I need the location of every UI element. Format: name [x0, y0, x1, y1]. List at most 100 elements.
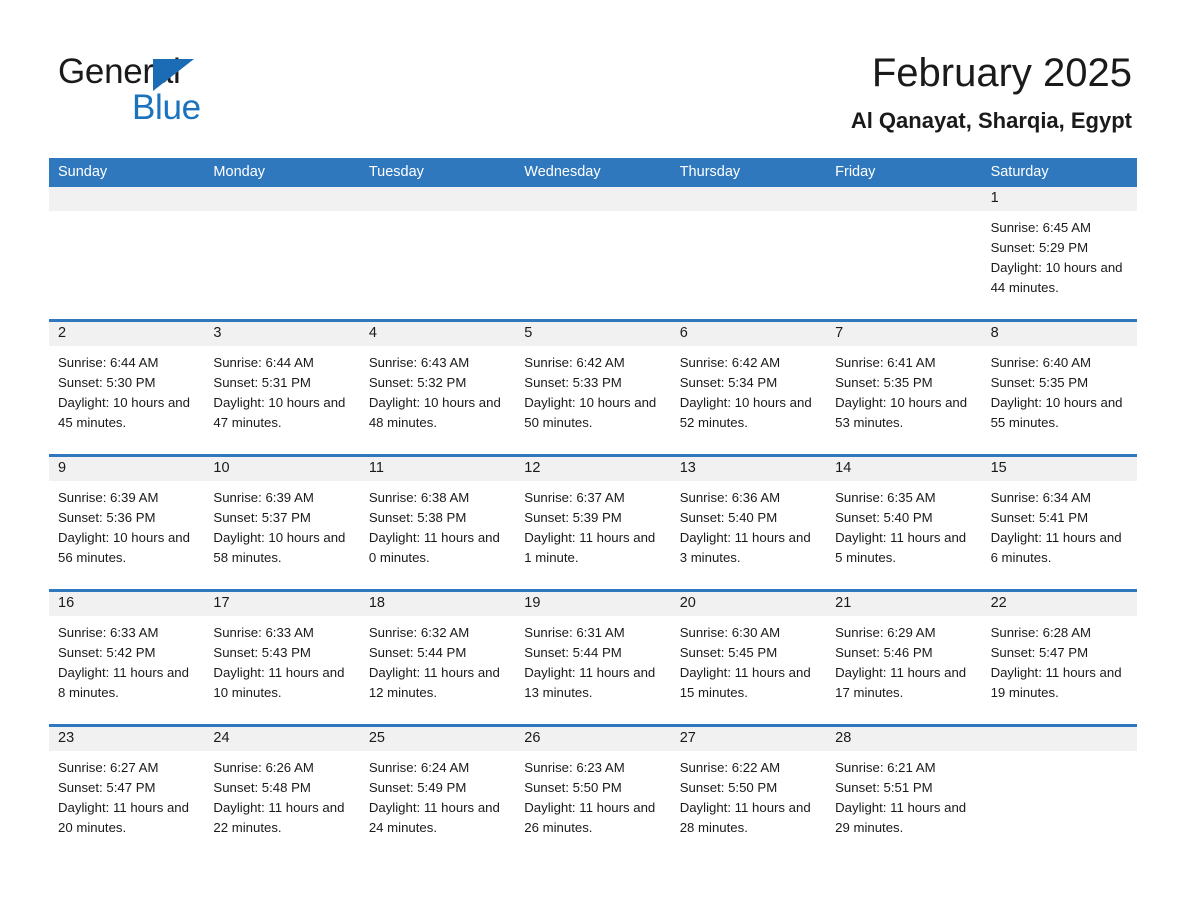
- weekday-saturday: Saturday: [990, 164, 1049, 180]
- weekday-header-row: Sunday Monday Tuesday Wednesday Thursday…: [49, 158, 1137, 187]
- day-details: [49, 211, 204, 218]
- day-number: 13: [670, 457, 827, 481]
- daylight-text: Daylight: 10 hours and 56 minutes.: [58, 530, 190, 565]
- sunrise-text: Sunrise: 6:39 AM: [213, 490, 314, 505]
- sunset-text: Sunset: 5:46 PM: [835, 645, 933, 660]
- calendar-day-cell[interactable]: 25 Sunrise: 6:24 AM Sunset: 5:49 PM Dayligh…: [359, 727, 516, 859]
- day-details: Sunrise: 6:33 AM Sunset: 5:43 PM Daylight:…: [204, 616, 359, 703]
- day-details: [204, 211, 359, 218]
- day-details: Sunrise: 6:31 AM Sunset: 5:44 PM Daylight:…: [515, 616, 670, 703]
- calendar-day-cell[interactable]: 12 Sunrise: 6:37 AM Sunset: 5:39 PM Dayligh…: [515, 457, 671, 589]
- sunset-text: Sunset: 5:29 PM: [990, 240, 1089, 255]
- daylight-text: Daylight: 10 hours and 47 minutes.: [213, 395, 346, 430]
- calendar-day-cell[interactable]: 17 Sunrise: 6:33 AM Sunset: 5:43 PM Dayligh…: [204, 592, 360, 724]
- sunset-text: Sunset: 5:35 PM: [990, 375, 1089, 390]
- calendar-day-cell[interactable]: 16 Sunrise: 6:33 AM Sunset: 5:42 PM Dayligh…: [49, 592, 205, 724]
- calendar-day-cell[interactable]: 27 Sunrise: 6:22 AM Sunset: 5:50 PM Dayligh…: [670, 727, 827, 859]
- sunset-text: Sunset: 5:30 PM: [58, 375, 156, 390]
- day-details: Sunrise: 6:33 AM Sunset: 5:42 PM Daylight:…: [49, 616, 204, 703]
- day-details: Sunrise: 6:40 AM Sunset: 5:35 PM Daylight:…: [982, 346, 1137, 433]
- day-number: 5: [515, 322, 671, 346]
- day-details: [826, 211, 981, 218]
- sunset-text: Sunset: 5:36 PM: [58, 510, 156, 525]
- calendar-weeks: 1 Sunrise: 6:45 AM Sunset: 5:29 PM Daylight…: [49, 187, 1137, 859]
- sunset-text: Sunset: 5:43 PM: [213, 645, 311, 660]
- daylight-text: Daylight: 11 hours and 6 minutes.: [990, 530, 1122, 565]
- daylight-text: Daylight: 11 hours and 3 minutes.: [679, 530, 811, 565]
- calendar-day-cell[interactable]: 14 Sunrise: 6:35 AM Sunset: 5:40 PM Dayligh…: [826, 457, 982, 589]
- calendar-day-cell[interactable]: 28 Sunrise: 6:21 AM Sunset: 5:51 PM Dayligh…: [826, 727, 982, 859]
- day-number: 18: [359, 592, 516, 616]
- calendar-day-cell[interactable]: 24 Sunrise: 6:26 AM Sunset: 5:48 PM Dayligh…: [204, 727, 360, 859]
- calendar-day-cell[interactable]: 22 Sunrise: 6:28 AM Sunset: 5:47 PM Dayligh…: [981, 592, 1137, 724]
- day-details: Sunrise: 6:43 AM Sunset: 5:32 PM Daylight:…: [360, 346, 515, 433]
- sunrise-text: Sunrise: 6:23 AM: [524, 760, 625, 775]
- sunset-text: Sunset: 5:44 PM: [368, 645, 467, 660]
- weekday-sunday: Sunday: [58, 164, 108, 180]
- calendar-day-cell[interactable]: 15 Sunrise: 6:34 AM Sunset: 5:41 PM Dayligh…: [981, 457, 1137, 589]
- sunset-text: Sunset: 5:40 PM: [835, 510, 933, 525]
- weekday-friday: Friday: [835, 164, 876, 180]
- sunrise-text: Sunrise: 6:45 AM: [990, 220, 1091, 235]
- daylight-text: Daylight: 10 hours and 53 minutes.: [835, 395, 968, 430]
- sunrise-text: Sunrise: 6:31 AM: [524, 625, 625, 640]
- calendar-day-cell[interactable]: 26 Sunrise: 6:23 AM Sunset: 5:50 PM Dayligh…: [515, 727, 671, 859]
- calendar-day-cell[interactable]: 6 Sunrise: 6:42 AM Sunset: 5:34 PM Daylight…: [670, 322, 827, 454]
- day-number: 8: [981, 322, 1137, 346]
- sunset-text: Sunset: 5:39 PM: [524, 510, 622, 525]
- sunrise-text: Sunrise: 6:38 AM: [368, 490, 470, 505]
- day-number: [359, 187, 516, 211]
- sunrise-text: Sunrise: 6:40 AM: [990, 355, 1091, 370]
- daylight-text: Daylight: 11 hours and 1 minute.: [524, 530, 656, 565]
- sunset-text: Sunset: 5:48 PM: [213, 780, 311, 795]
- page-header: General Blue February 2025 Al Qanayat, S…: [0, 0, 1188, 158]
- calendar-day-cell[interactable]: 21 Sunrise: 6:29 AM Sunset: 5:46 PM Dayligh…: [826, 592, 982, 724]
- calendar-day-cell[interactable]: 1 Sunrise: 6:45 AM Sunset: 5:29 PM Daylight…: [981, 187, 1137, 319]
- day-details: Sunrise: 6:35 AM Sunset: 5:40 PM Daylight:…: [826, 481, 981, 568]
- calendar-day-cell[interactable]: 23 Sunrise: 6:27 AM Sunset: 5:47 PM Dayligh…: [49, 727, 205, 859]
- calendar-day-cell[interactable]: 5 Sunrise: 6:42 AM Sunset: 5:33 PM Daylight…: [515, 322, 671, 454]
- calendar-day-cell[interactable]: 10 Sunrise: 6:39 AM Sunset: 5:37 PM Dayligh…: [204, 457, 360, 589]
- sunset-text: Sunset: 5:38 PM: [368, 510, 467, 525]
- calendar-day-empty: [826, 187, 982, 319]
- day-number: [515, 187, 671, 211]
- day-number: [981, 727, 1137, 751]
- calendar-day-cell[interactable]: 4 Sunrise: 6:43 AM Sunset: 5:32 PM Daylight…: [359, 322, 516, 454]
- day-number: 16: [49, 592, 205, 616]
- calendar-day-cell[interactable]: 11 Sunrise: 6:38 AM Sunset: 5:38 PM Dayligh…: [359, 457, 516, 589]
- day-details: Sunrise: 6:29 AM Sunset: 5:46 PM Daylight:…: [826, 616, 981, 703]
- calendar-day-cell[interactable]: 13 Sunrise: 6:36 AM Sunset: 5:40 PM Dayligh…: [670, 457, 827, 589]
- sunset-text: Sunset: 5:49 PM: [368, 780, 467, 795]
- sunrise-text: Sunrise: 6:27 AM: [58, 760, 159, 775]
- sunrise-text: Sunrise: 6:44 AM: [213, 355, 314, 370]
- day-details: Sunrise: 6:37 AM Sunset: 5:39 PM Daylight:…: [515, 481, 670, 568]
- calendar-day-cell[interactable]: 20 Sunrise: 6:30 AM Sunset: 5:45 PM Dayligh…: [670, 592, 827, 724]
- day-details: Sunrise: 6:42 AM Sunset: 5:34 PM Daylight:…: [671, 346, 826, 433]
- sunrise-text: Sunrise: 6:30 AM: [679, 625, 781, 640]
- day-number: 20: [670, 592, 827, 616]
- daylight-text: Daylight: 11 hours and 8 minutes.: [58, 665, 189, 700]
- day-number: 24: [204, 727, 360, 751]
- sunrise-text: Sunrise: 6:41 AM: [835, 355, 936, 370]
- day-number: 7: [826, 322, 982, 346]
- calendar-day-cell[interactable]: 18 Sunrise: 6:32 AM Sunset: 5:44 PM Dayligh…: [359, 592, 516, 724]
- calendar-day-cell[interactable]: 7 Sunrise: 6:41 AM Sunset: 5:35 PM Daylight…: [826, 322, 982, 454]
- calendar-day-cell[interactable]: 3 Sunrise: 6:44 AM Sunset: 5:31 PM Daylight…: [204, 322, 360, 454]
- calendar-day-cell[interactable]: 2 Sunrise: 6:44 AM Sunset: 5:30 PM Daylight…: [49, 322, 205, 454]
- calendar-day-empty: [49, 187, 205, 319]
- day-details: Sunrise: 6:28 AM Sunset: 5:47 PM Daylight:…: [982, 616, 1137, 703]
- day-details: Sunrise: 6:45 AM Sunset: 5:29 PM Daylight:…: [982, 211, 1137, 298]
- sunset-text: Sunset: 5:50 PM: [679, 780, 778, 795]
- day-number: 17: [204, 592, 360, 616]
- calendar-day-cell[interactable]: 9 Sunrise: 6:39 AM Sunset: 5:36 PM Daylight…: [49, 457, 205, 589]
- generalblue-logo[interactable]: General Blue: [58, 52, 358, 132]
- daylight-text: Daylight: 10 hours and 52 minutes.: [679, 395, 812, 430]
- calendar-day-cell[interactable]: 8 Sunrise: 6:40 AM Sunset: 5:35 PM Daylight…: [981, 322, 1137, 454]
- day-details: Sunrise: 6:32 AM Sunset: 5:44 PM Daylight:…: [360, 616, 515, 703]
- day-number: 12: [515, 457, 671, 481]
- calendar-day-cell[interactable]: 19 Sunrise: 6:31 AM Sunset: 5:44 PM Dayligh…: [515, 592, 671, 724]
- day-number: 25: [359, 727, 516, 751]
- weekday-monday: Monday: [213, 164, 266, 180]
- sunrise-text: Sunrise: 6:36 AM: [679, 490, 781, 505]
- sunrise-text: Sunrise: 6:34 AM: [990, 490, 1091, 505]
